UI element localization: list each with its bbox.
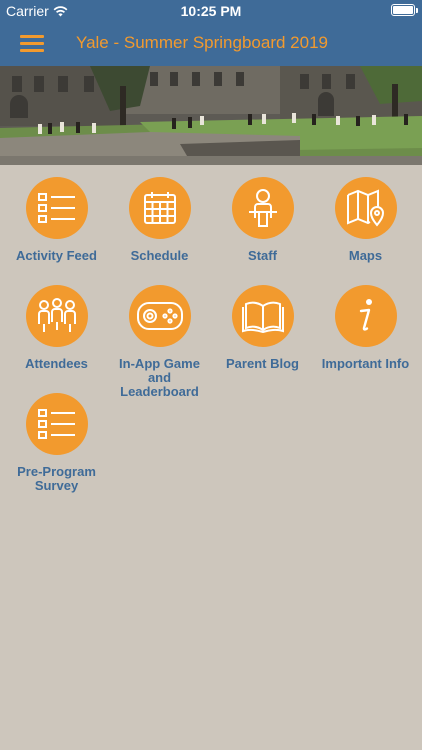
- page-title: Yale - Summer Springboard 2019: [76, 33, 328, 52]
- tile-pre-program-survey[interactable]: Pre-Program Survey: [4, 393, 109, 493]
- info-icon: [334, 285, 397, 347]
- tile-staff[interactable]: Staff: [210, 177, 315, 263]
- tile-in-app-game[interactable]: In-App Game and Leaderboard: [107, 285, 212, 399]
- person-at-desk-icon: [231, 177, 294, 239]
- tile-label: In-App Game and Leaderboard: [119, 356, 200, 399]
- tile-activity-feed[interactable]: Activity Feed: [4, 177, 109, 263]
- battery-level-fill: [393, 6, 413, 14]
- tile-attendees[interactable]: Attendees: [4, 285, 109, 371]
- list-icon: [25, 393, 88, 455]
- campus-banner-image: [0, 66, 422, 165]
- tile-parent-blog[interactable]: Parent Blog: [210, 285, 315, 371]
- tile-important-info[interactable]: Important Info: [313, 285, 418, 371]
- tile-label: Staff: [248, 248, 277, 263]
- map-pin-icon: [334, 177, 397, 239]
- tile-label: Pre-Program Survey: [17, 464, 96, 493]
- open-book-icon: [231, 285, 294, 347]
- status-time: 10:25 PM: [180, 3, 242, 19]
- battery-icon: [391, 4, 418, 16]
- list-icon: [25, 177, 88, 239]
- gamepad-icon: [128, 285, 191, 347]
- tile-schedule[interactable]: Schedule: [107, 177, 212, 263]
- navigation-bar: Yale - Summer Springboard 2019: [0, 22, 422, 66]
- status-bar: Carrier 10:25 PM: [0, 0, 422, 22]
- tile-label: Attendees: [25, 356, 88, 371]
- tile-label: Important Info: [321, 356, 410, 371]
- tile-label: Schedule: [130, 248, 189, 263]
- group-icon: [25, 285, 88, 347]
- tile-label: Maps: [348, 248, 383, 263]
- calendar-icon: [128, 177, 191, 239]
- hamburger-menu-icon[interactable]: [20, 35, 44, 53]
- tile-label: Parent Blog: [226, 356, 299, 371]
- tile-maps[interactable]: Maps: [313, 177, 418, 263]
- tile-label: Activity Feed: [16, 248, 97, 263]
